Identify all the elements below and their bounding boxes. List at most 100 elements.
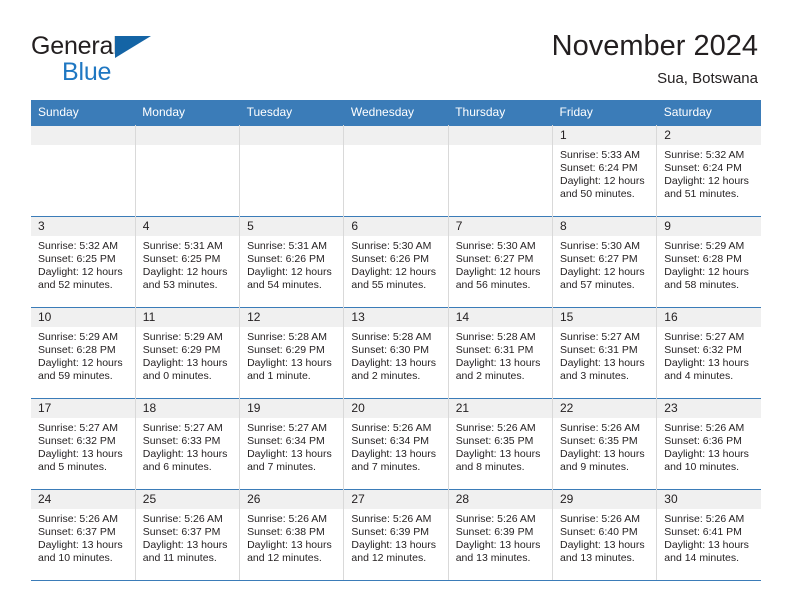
calendar-day-cell[interactable]: 9 Sunrise: 5:29 AM Sunset: 6:28 PM Daylight… — [656, 216, 761, 308]
day-details: Sunrise: 5:30 AM Sunset: 6:27 PM Daylight:… — [449, 236, 552, 292]
calendar-day-cell[interactable]: 29 Sunrise: 5:26 AM Sunset: 6:40 PM Dayligh… — [552, 489, 658, 581]
calendar-day-cell[interactable]: 30 Sunrise: 5:26 AM Sunset: 6:41 PM Dayligh… — [656, 489, 761, 581]
day-details: Sunrise: 5:27 AM Sunset: 6:31 PM Daylight:… — [553, 327, 656, 383]
day-detail-line: Daylight: 12 hours — [664, 174, 749, 187]
day-detail-line: and 13 minutes. — [559, 551, 635, 564]
day-detail-line: Sunrise: 5:28 AM — [247, 331, 328, 343]
calendar-day-cell[interactable]: 23 Sunrise: 5:26 AM Sunset: 6:36 PM Dayligh… — [656, 398, 761, 490]
day-detail-line: and 2 minutes. — [351, 369, 421, 382]
day-detail-line: Daylight: 13 hours — [247, 447, 332, 460]
calendar-week-row: 24 Sunrise: 5:26 AM Sunset: 6:37 PM Dayligh… — [31, 489, 761, 581]
day-details: Sunrise: 5:26 AM Sunset: 6:38 PM Daylight:… — [240, 509, 343, 565]
calendar-day-cell[interactable]: 16 Sunrise: 5:27 AM Sunset: 6:32 PM Dayligh… — [656, 307, 761, 399]
day-detail-line: Sunset: 6:26 PM — [351, 252, 430, 265]
calendar-day-cell[interactable]: 3 Sunrise: 5:32 AM Sunset: 6:25 PM Daylight… — [31, 216, 136, 308]
calendar-cell-empty — [239, 125, 345, 217]
calendar-day-cell[interactable]: 6 Sunrise: 5:30 AM Sunset: 6:26 PM Daylight… — [343, 216, 449, 308]
day-detail-line: Sunrise: 5:27 AM — [38, 422, 118, 434]
calendar-day-cell[interactable]: 26 Sunrise: 5:26 AM Sunset: 6:38 PM Dayligh… — [239, 489, 345, 581]
day-number: 15 — [552, 308, 657, 327]
calendar-day-cell[interactable]: 4 Sunrise: 5:31 AM Sunset: 6:25 PM Daylight… — [135, 216, 241, 308]
day-detail-line: Daylight: 12 hours — [559, 265, 645, 278]
day-number: 26 — [240, 490, 344, 509]
day-detail-line: Sunset: 6:38 PM — [247, 525, 325, 538]
day-detail-line: Daylight: 13 hours — [664, 356, 749, 369]
day-detail-line: Sunset: 6:40 PM — [559, 525, 638, 538]
day-detail-line: Daylight: 13 hours — [455, 356, 541, 369]
day-detail-line: and 11 minutes. — [142, 551, 217, 564]
day-detail-line: Sunrise: 5:26 AM — [455, 513, 536, 525]
day-details: Sunrise: 5:26 AM Sunset: 6:37 PM Daylight:… — [31, 509, 135, 565]
day-detail-line: Daylight: 13 hours — [664, 447, 749, 460]
day-number: 4 — [135, 217, 240, 236]
calendar-day-cell[interactable]: 27 Sunrise: 5:26 AM Sunset: 6:39 PM Dayligh… — [343, 489, 449, 581]
day-number: 22 — [552, 399, 657, 418]
calendar-grid: Sunday Monday Tuesday Wednesday Thursday… — [31, 100, 761, 581]
calendar-day-cell[interactable]: 8 Sunrise: 5:30 AM Sunset: 6:27 PM Daylight… — [552, 216, 658, 308]
brand-logo[interactable]: General Blue — [31, 28, 181, 92]
day-number: 6 — [344, 217, 448, 236]
day-number: 19 — [240, 399, 344, 418]
day-detail-line: Sunrise: 5:32 AM — [38, 240, 118, 252]
day-number: 1 — [552, 126, 657, 145]
calendar-day-cell[interactable]: 20 Sunrise: 5:26 AM Sunset: 6:34 PM Dayligh… — [343, 398, 449, 490]
calendar-day-cell[interactable]: 24 Sunrise: 5:26 AM Sunset: 6:37 PM Dayligh… — [31, 489, 136, 581]
calendar-day-cell[interactable]: 1 Sunrise: 5:33 AM Sunset: 6:24 PM Daylight… — [552, 125, 658, 217]
day-detail-line: Daylight: 12 hours — [455, 265, 541, 278]
calendar-day-cell[interactable]: 21 Sunrise: 5:26 AM Sunset: 6:35 PM Dayligh… — [448, 398, 553, 490]
calendar-day-cell[interactable]: 17 Sunrise: 5:27 AM Sunset: 6:32 PM Dayligh… — [31, 398, 136, 490]
calendar-day-cell[interactable]: 12 Sunrise: 5:28 AM Sunset: 6:29 PM Dayligh… — [239, 307, 345, 399]
weekday-header-friday: Friday — [552, 100, 657, 126]
day-number: 16 — [657, 308, 761, 327]
calendar-day-cell[interactable]: 28 Sunrise: 5:26 AM Sunset: 6:39 PM Dayligh… — [448, 489, 553, 581]
day-number: 13 — [344, 308, 448, 327]
day-details: Sunrise: 5:31 AM Sunset: 6:25 PM Daylight:… — [136, 236, 239, 292]
day-detail-line: Daylight: 13 hours — [455, 447, 541, 460]
day-detail-line: Daylight: 13 hours — [664, 538, 749, 551]
calendar-day-cell[interactable]: 22 Sunrise: 5:26 AM Sunset: 6:35 PM Dayligh… — [552, 398, 658, 490]
day-details: Sunrise: 5:27 AM Sunset: 6:34 PM Daylight:… — [240, 418, 343, 474]
day-detail-line: Sunrise: 5:26 AM — [351, 513, 432, 525]
day-detail-line: Sunrise: 5:29 AM — [38, 331, 118, 343]
day-number — [135, 126, 240, 145]
day-detail-line: Sunrise: 5:33 AM — [559, 149, 640, 161]
calendar-day-cell[interactable]: 5 Sunrise: 5:31 AM Sunset: 6:26 PM Daylight… — [239, 216, 345, 308]
day-detail-line: Daylight: 13 hours — [351, 538, 437, 551]
calendar-day-cell[interactable]: 7 Sunrise: 5:30 AM Sunset: 6:27 PM Daylight… — [448, 216, 553, 308]
page-header: General Blue November 2024 Sua, Botswana — [0, 0, 792, 100]
day-number — [448, 126, 552, 145]
day-detail-line: and 51 minutes. — [664, 187, 739, 200]
triangle-icon — [115, 36, 151, 58]
day-details: Sunrise: 5:28 AM Sunset: 6:31 PM Daylight:… — [449, 327, 552, 383]
calendar-day-cell[interactable]: 18 Sunrise: 5:27 AM Sunset: 6:33 PM Dayligh… — [135, 398, 241, 490]
calendar-day-cell[interactable]: 25 Sunrise: 5:26 AM Sunset: 6:37 PM Dayligh… — [135, 489, 241, 581]
day-detail-line: Daylight: 13 hours — [247, 538, 332, 551]
day-number: 17 — [31, 399, 135, 418]
calendar-day-cell[interactable]: 11 Sunrise: 5:29 AM Sunset: 6:29 PM Dayligh… — [135, 307, 241, 399]
day-detail-line: and 13 minutes. — [455, 551, 531, 564]
calendar-day-cell[interactable]: 15 Sunrise: 5:27 AM Sunset: 6:31 PM Dayligh… — [552, 307, 658, 399]
calendar-page: General Blue November 2024 Sua, Botswana… — [0, 0, 792, 612]
day-number: 28 — [448, 490, 552, 509]
day-number: 21 — [448, 399, 552, 418]
calendar-week-row: 3 Sunrise: 5:32 AM Sunset: 6:25 PM Daylight… — [31, 216, 761, 308]
day-detail-line: Sunrise: 5:31 AM — [142, 240, 223, 252]
calendar-day-cell[interactable]: 2 Sunrise: 5:32 AM Sunset: 6:24 PM Daylight… — [656, 125, 761, 217]
day-detail-line: Sunset: 6:35 PM — [559, 434, 638, 447]
page-subtitle: Sua, Botswana — [657, 70, 758, 88]
calendar-body: 1 Sunrise: 5:33 AM Sunset: 6:24 PM Daylight… — [31, 125, 761, 581]
calendar-day-cell[interactable]: 14 Sunrise: 5:28 AM Sunset: 6:31 PM Dayligh… — [448, 307, 553, 399]
day-detail-line: Sunset: 6:24 PM — [664, 161, 742, 174]
day-detail-line: Sunset: 6:27 PM — [455, 252, 534, 265]
calendar-day-cell[interactable]: 19 Sunrise: 5:27 AM Sunset: 6:34 PM Dayligh… — [239, 398, 345, 490]
day-number — [31, 126, 135, 145]
day-details: Sunrise: 5:28 AM Sunset: 6:29 PM Daylight:… — [240, 327, 343, 383]
day-detail-line: Sunset: 6:27 PM — [559, 252, 638, 265]
day-number: 18 — [135, 399, 240, 418]
day-detail-line: Daylight: 13 hours — [351, 356, 437, 369]
calendar-day-cell[interactable]: 13 Sunrise: 5:28 AM Sunset: 6:30 PM Dayligh… — [343, 307, 449, 399]
calendar-day-cell[interactable]: 10 Sunrise: 5:29 AM Sunset: 6:28 PM Dayligh… — [31, 307, 136, 399]
day-detail-line: and 54 minutes. — [247, 278, 322, 291]
day-number — [344, 126, 448, 145]
day-detail-line: Sunset: 6:32 PM — [664, 343, 742, 356]
